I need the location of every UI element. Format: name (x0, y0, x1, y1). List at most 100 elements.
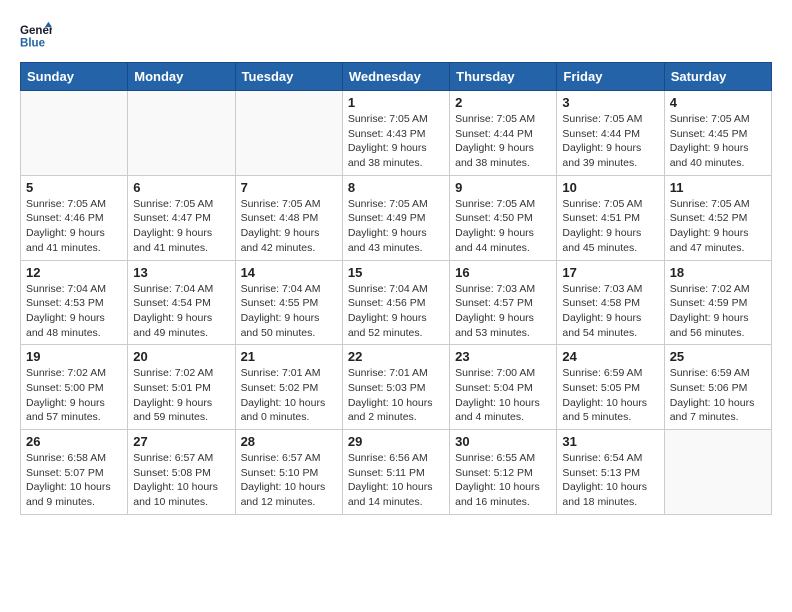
calendar-week-row: 5 Sunrise: 7:05 AM Sunset: 4:46 PM Daylig… (21, 175, 772, 260)
calendar-cell: 22 Sunrise: 7:01 AM Sunset: 5:03 PM Dayli… (342, 345, 449, 430)
calendar-cell: 19Sunrise: 7:02 AM Sunset: 5:00 PM Dayli… (21, 345, 128, 430)
day-info: Sunrise: 6:54 AM Sunset: 5:13 PM Dayligh… (562, 451, 658, 510)
day-info: Sunrise: 7:01 AM Sunset: 5:02 PM Dayligh… (241, 366, 337, 425)
calendar-cell: 17 Sunrise: 7:03 AM Sunset: 4:58 PM Dayli… (557, 260, 664, 345)
day-info: Sunrise: 7:05 AM Sunset: 4:44 PM Dayligh… (562, 112, 658, 171)
calendar-cell (235, 91, 342, 176)
logo: General Blue (20, 20, 52, 52)
day-number: 2 (455, 95, 551, 110)
calendar-cell: 10 Sunrise: 7:05 AM Sunset: 4:51 PM Dayli… (557, 175, 664, 260)
day-info: Sunrise: 6:58 AM Sunset: 5:07 PM Dayligh… (26, 451, 122, 510)
day-number: 16 (455, 265, 551, 280)
day-number: 5 (26, 180, 122, 195)
day-info: Sunrise: 7:04 AM Sunset: 4:55 PM Dayligh… (241, 282, 337, 341)
day-number: 4 (670, 95, 766, 110)
day-number: 10 (562, 180, 658, 195)
day-info: Sunrise: 7:05 AM Sunset: 4:52 PM Dayligh… (670, 197, 766, 256)
calendar-cell: 20 Sunrise: 7:02 AM Sunset: 5:01 PM Dayli… (128, 345, 235, 430)
day-info: Sunrise: 7:04 AM Sunset: 4:54 PM Dayligh… (133, 282, 229, 341)
day-number: 6 (133, 180, 229, 195)
day-info: Sunrise: 7:05 AM Sunset: 4:50 PM Dayligh… (455, 197, 551, 256)
calendar-cell: 13Sunrise: 7:04 AM Sunset: 4:54 PM Dayli… (128, 260, 235, 345)
calendar-cell: 11 Sunrise: 7:05 AM Sunset: 4:52 PM Dayli… (664, 175, 771, 260)
calendar-cell: 23Sunrise: 7:00 AM Sunset: 5:04 PM Dayli… (450, 345, 557, 430)
day-info: Sunrise: 6:56 AM Sunset: 5:11 PM Dayligh… (348, 451, 444, 510)
weekday-header-friday: Friday (557, 63, 664, 91)
calendar-cell: 6 Sunrise: 7:05 AM Sunset: 4:47 PM Daylig… (128, 175, 235, 260)
day-info: Sunrise: 7:04 AM Sunset: 4:53 PM Dayligh… (26, 282, 122, 341)
page-header: General Blue (20, 20, 772, 52)
day-number: 8 (348, 180, 444, 195)
day-info: Sunrise: 7:02 AM Sunset: 5:00 PM Dayligh… (26, 366, 122, 425)
calendar-cell: 31Sunrise: 6:54 AM Sunset: 5:13 PM Dayli… (557, 430, 664, 515)
calendar-cell: 28Sunrise: 6:57 AM Sunset: 5:10 PM Dayli… (235, 430, 342, 515)
calendar-cell (128, 91, 235, 176)
day-info: Sunrise: 7:05 AM Sunset: 4:51 PM Dayligh… (562, 197, 658, 256)
weekday-header-monday: Monday (128, 63, 235, 91)
day-number: 17 (562, 265, 658, 280)
day-info: Sunrise: 6:59 AM Sunset: 5:06 PM Dayligh… (670, 366, 766, 425)
calendar-cell (664, 430, 771, 515)
day-number: 25 (670, 349, 766, 364)
logo-icon: General Blue (20, 20, 52, 52)
calendar-week-row: 12 Sunrise: 7:04 AM Sunset: 4:53 PM Dayli… (21, 260, 772, 345)
calendar-cell: 12 Sunrise: 7:04 AM Sunset: 4:53 PM Dayli… (21, 260, 128, 345)
day-number: 24 (562, 349, 658, 364)
calendar-cell: 16 Sunrise: 7:03 AM Sunset: 4:57 PM Dayli… (450, 260, 557, 345)
day-number: 21 (241, 349, 337, 364)
day-info: Sunrise: 6:55 AM Sunset: 5:12 PM Dayligh… (455, 451, 551, 510)
svg-text:Blue: Blue (20, 38, 46, 50)
weekday-header-thursday: Thursday (450, 63, 557, 91)
day-number: 28 (241, 434, 337, 449)
calendar-week-row: 19Sunrise: 7:02 AM Sunset: 5:00 PM Dayli… (21, 345, 772, 430)
day-number: 12 (26, 265, 122, 280)
calendar-cell: 25 Sunrise: 6:59 AM Sunset: 5:06 PM Dayli… (664, 345, 771, 430)
weekday-header-sunday: Sunday (21, 63, 128, 91)
calendar-cell: 2 Sunrise: 7:05 AM Sunset: 4:44 PM Daylig… (450, 91, 557, 176)
day-info: Sunrise: 7:01 AM Sunset: 5:03 PM Dayligh… (348, 366, 444, 425)
day-info: Sunrise: 7:03 AM Sunset: 4:58 PM Dayligh… (562, 282, 658, 341)
day-number: 29 (348, 434, 444, 449)
weekday-header-row: SundayMondayTuesdayWednesdayThursdayFrid… (21, 63, 772, 91)
day-info: Sunrise: 7:05 AM Sunset: 4:48 PM Dayligh… (241, 197, 337, 256)
calendar-cell: 1 Sunrise: 7:05 AM Sunset: 4:43 PM Daylig… (342, 91, 449, 176)
calendar-week-row: 1 Sunrise: 7:05 AM Sunset: 4:43 PM Daylig… (21, 91, 772, 176)
day-info: Sunrise: 7:05 AM Sunset: 4:43 PM Dayligh… (348, 112, 444, 171)
day-info: Sunrise: 7:02 AM Sunset: 4:59 PM Dayligh… (670, 282, 766, 341)
calendar-cell: 9Sunrise: 7:05 AM Sunset: 4:50 PM Daylig… (450, 175, 557, 260)
calendar-cell: 8 Sunrise: 7:05 AM Sunset: 4:49 PM Daylig… (342, 175, 449, 260)
day-number: 7 (241, 180, 337, 195)
day-number: 22 (348, 349, 444, 364)
weekday-header-tuesday: Tuesday (235, 63, 342, 91)
day-number: 14 (241, 265, 337, 280)
day-number: 27 (133, 434, 229, 449)
day-number: 15 (348, 265, 444, 280)
day-info: Sunrise: 6:57 AM Sunset: 5:08 PM Dayligh… (133, 451, 229, 510)
day-info: Sunrise: 7:03 AM Sunset: 4:57 PM Dayligh… (455, 282, 551, 341)
day-info: Sunrise: 7:05 AM Sunset: 4:49 PM Dayligh… (348, 197, 444, 256)
calendar-cell: 29 Sunrise: 6:56 AM Sunset: 5:11 PM Dayli… (342, 430, 449, 515)
calendar-cell: 26Sunrise: 6:58 AM Sunset: 5:07 PM Dayli… (21, 430, 128, 515)
day-number: 3 (562, 95, 658, 110)
calendar-cell: 21 Sunrise: 7:01 AM Sunset: 5:02 PM Dayli… (235, 345, 342, 430)
calendar-cell: 3 Sunrise: 7:05 AM Sunset: 4:44 PM Daylig… (557, 91, 664, 176)
calendar-cell (21, 91, 128, 176)
weekday-header-wednesday: Wednesday (342, 63, 449, 91)
calendar-cell: 4Sunrise: 7:05 AM Sunset: 4:45 PM Daylig… (664, 91, 771, 176)
calendar-cell: 7 Sunrise: 7:05 AM Sunset: 4:48 PM Daylig… (235, 175, 342, 260)
calendar-cell: 24Sunrise: 6:59 AM Sunset: 5:05 PM Dayli… (557, 345, 664, 430)
day-number: 30 (455, 434, 551, 449)
calendar-cell: 5 Sunrise: 7:05 AM Sunset: 4:46 PM Daylig… (21, 175, 128, 260)
calendar-cell: 15 Sunrise: 7:04 AM Sunset: 4:56 PM Dayli… (342, 260, 449, 345)
day-number: 1 (348, 95, 444, 110)
calendar-cell: 18Sunrise: 7:02 AM Sunset: 4:59 PM Dayli… (664, 260, 771, 345)
day-number: 11 (670, 180, 766, 195)
day-info: Sunrise: 7:05 AM Sunset: 4:47 PM Dayligh… (133, 197, 229, 256)
calendar-cell: 30 Sunrise: 6:55 AM Sunset: 5:12 PM Dayli… (450, 430, 557, 515)
day-info: Sunrise: 7:05 AM Sunset: 4:46 PM Dayligh… (26, 197, 122, 256)
day-number: 20 (133, 349, 229, 364)
calendar-week-row: 26Sunrise: 6:58 AM Sunset: 5:07 PM Dayli… (21, 430, 772, 515)
day-info: Sunrise: 7:02 AM Sunset: 5:01 PM Dayligh… (133, 366, 229, 425)
day-info: Sunrise: 7:04 AM Sunset: 4:56 PM Dayligh… (348, 282, 444, 341)
day-info: Sunrise: 7:05 AM Sunset: 4:44 PM Dayligh… (455, 112, 551, 171)
